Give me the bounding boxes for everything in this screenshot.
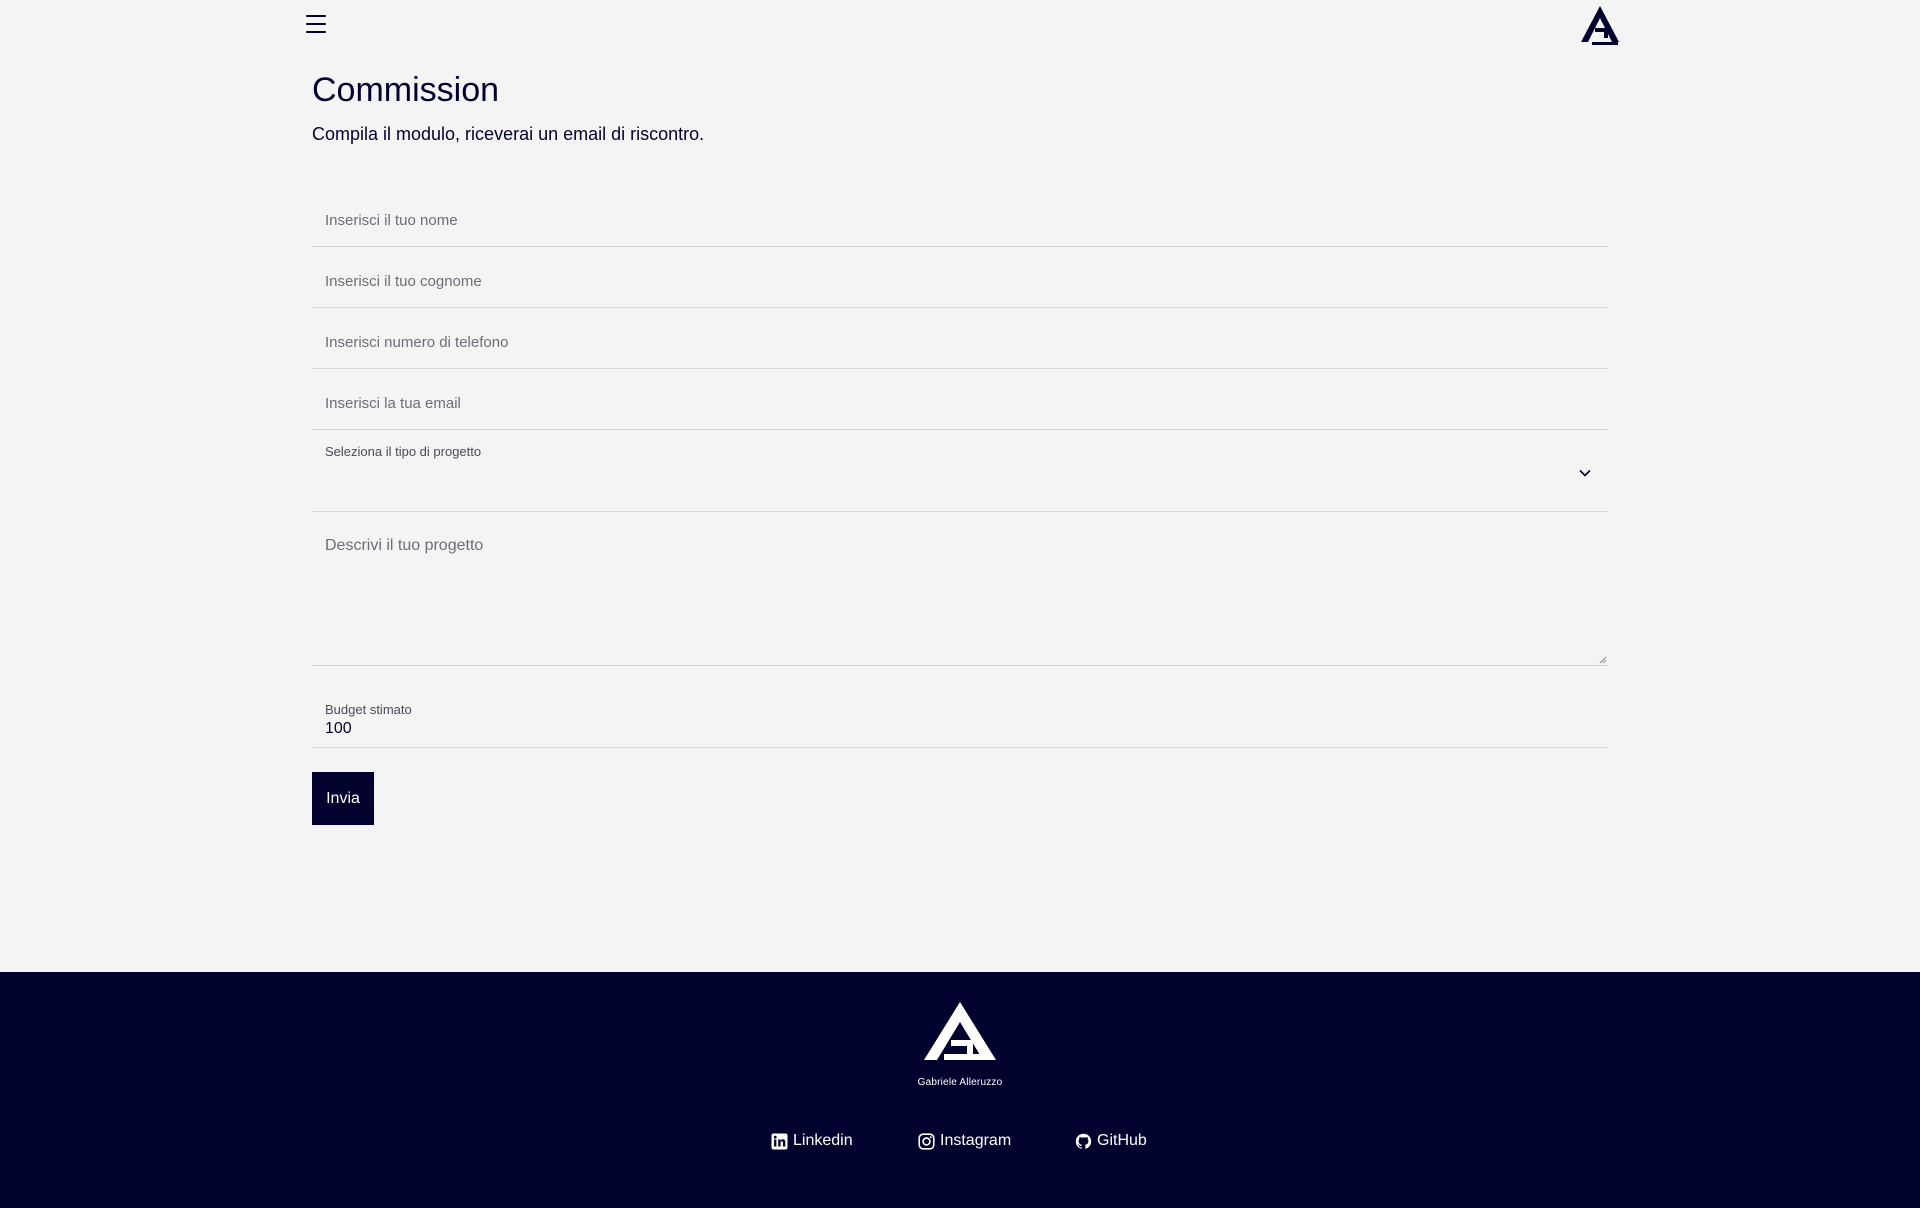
budget-value[interactable]: 100: [325, 720, 352, 738]
instagram-icon: [918, 1132, 935, 1150]
name-input[interactable]: [312, 186, 1608, 246]
github-link[interactable]: GitHub: [1075, 1129, 1147, 1153]
project-description-textarea[interactable]: [312, 513, 1608, 665]
budget-label: Budget stimato: [325, 702, 412, 717]
footer-brand-name: Gabriele Alleruzzo: [917, 1077, 1003, 1088]
page-title: Commission: [312, 71, 500, 109]
footer-logo-icon[interactable]: [918, 1002, 1002, 1060]
description-field-wrapper: [312, 513, 1608, 666]
commission-form-section: Commission Compila il modulo, riceverai …: [312, 70, 1608, 825]
top-bar: [0, 0, 1920, 50]
instagram-label: Instagram: [940, 1132, 1012, 1149]
phone-field-wrapper: [312, 308, 1608, 369]
logo-icon[interactable]: [1578, 2, 1622, 46]
project-type-select[interactable]: Seleziona il tipo di progetto: [312, 430, 1608, 512]
github-label: GitHub: [1097, 1132, 1147, 1149]
github-icon: [1075, 1133, 1092, 1149]
chevron-down-icon: [1579, 469, 1591, 477]
resize-handle-icon[interactable]: [1597, 654, 1607, 664]
page-subtitle: Compila il modulo, riceverai un email di…: [312, 124, 705, 144]
menu-line: [306, 15, 326, 17]
project-type-label: Seleziona il tipo di progetto: [325, 444, 482, 459]
phone-input[interactable]: [312, 308, 1608, 368]
linkedin-link[interactable]: Linkedin: [771, 1129, 853, 1153]
linkedin-icon: [771, 1133, 788, 1149]
surname-input[interactable]: [312, 247, 1608, 307]
email-field-wrapper: [312, 369, 1608, 430]
menu-line: [306, 23, 326, 25]
linkedin-label: Linkedin: [793, 1132, 853, 1149]
instagram-link[interactable]: Instagram: [918, 1129, 1011, 1153]
surname-field-wrapper: [312, 247, 1608, 308]
submit-button[interactable]: Invia: [312, 772, 374, 825]
name-field-wrapper: [312, 186, 1608, 247]
hamburger-menu-icon[interactable]: [304, 12, 328, 36]
budget-field[interactable]: Budget stimato 100: [312, 692, 1608, 748]
footer: [0, 972, 1920, 1208]
email-input[interactable]: [312, 369, 1608, 429]
menu-line: [306, 31, 326, 33]
